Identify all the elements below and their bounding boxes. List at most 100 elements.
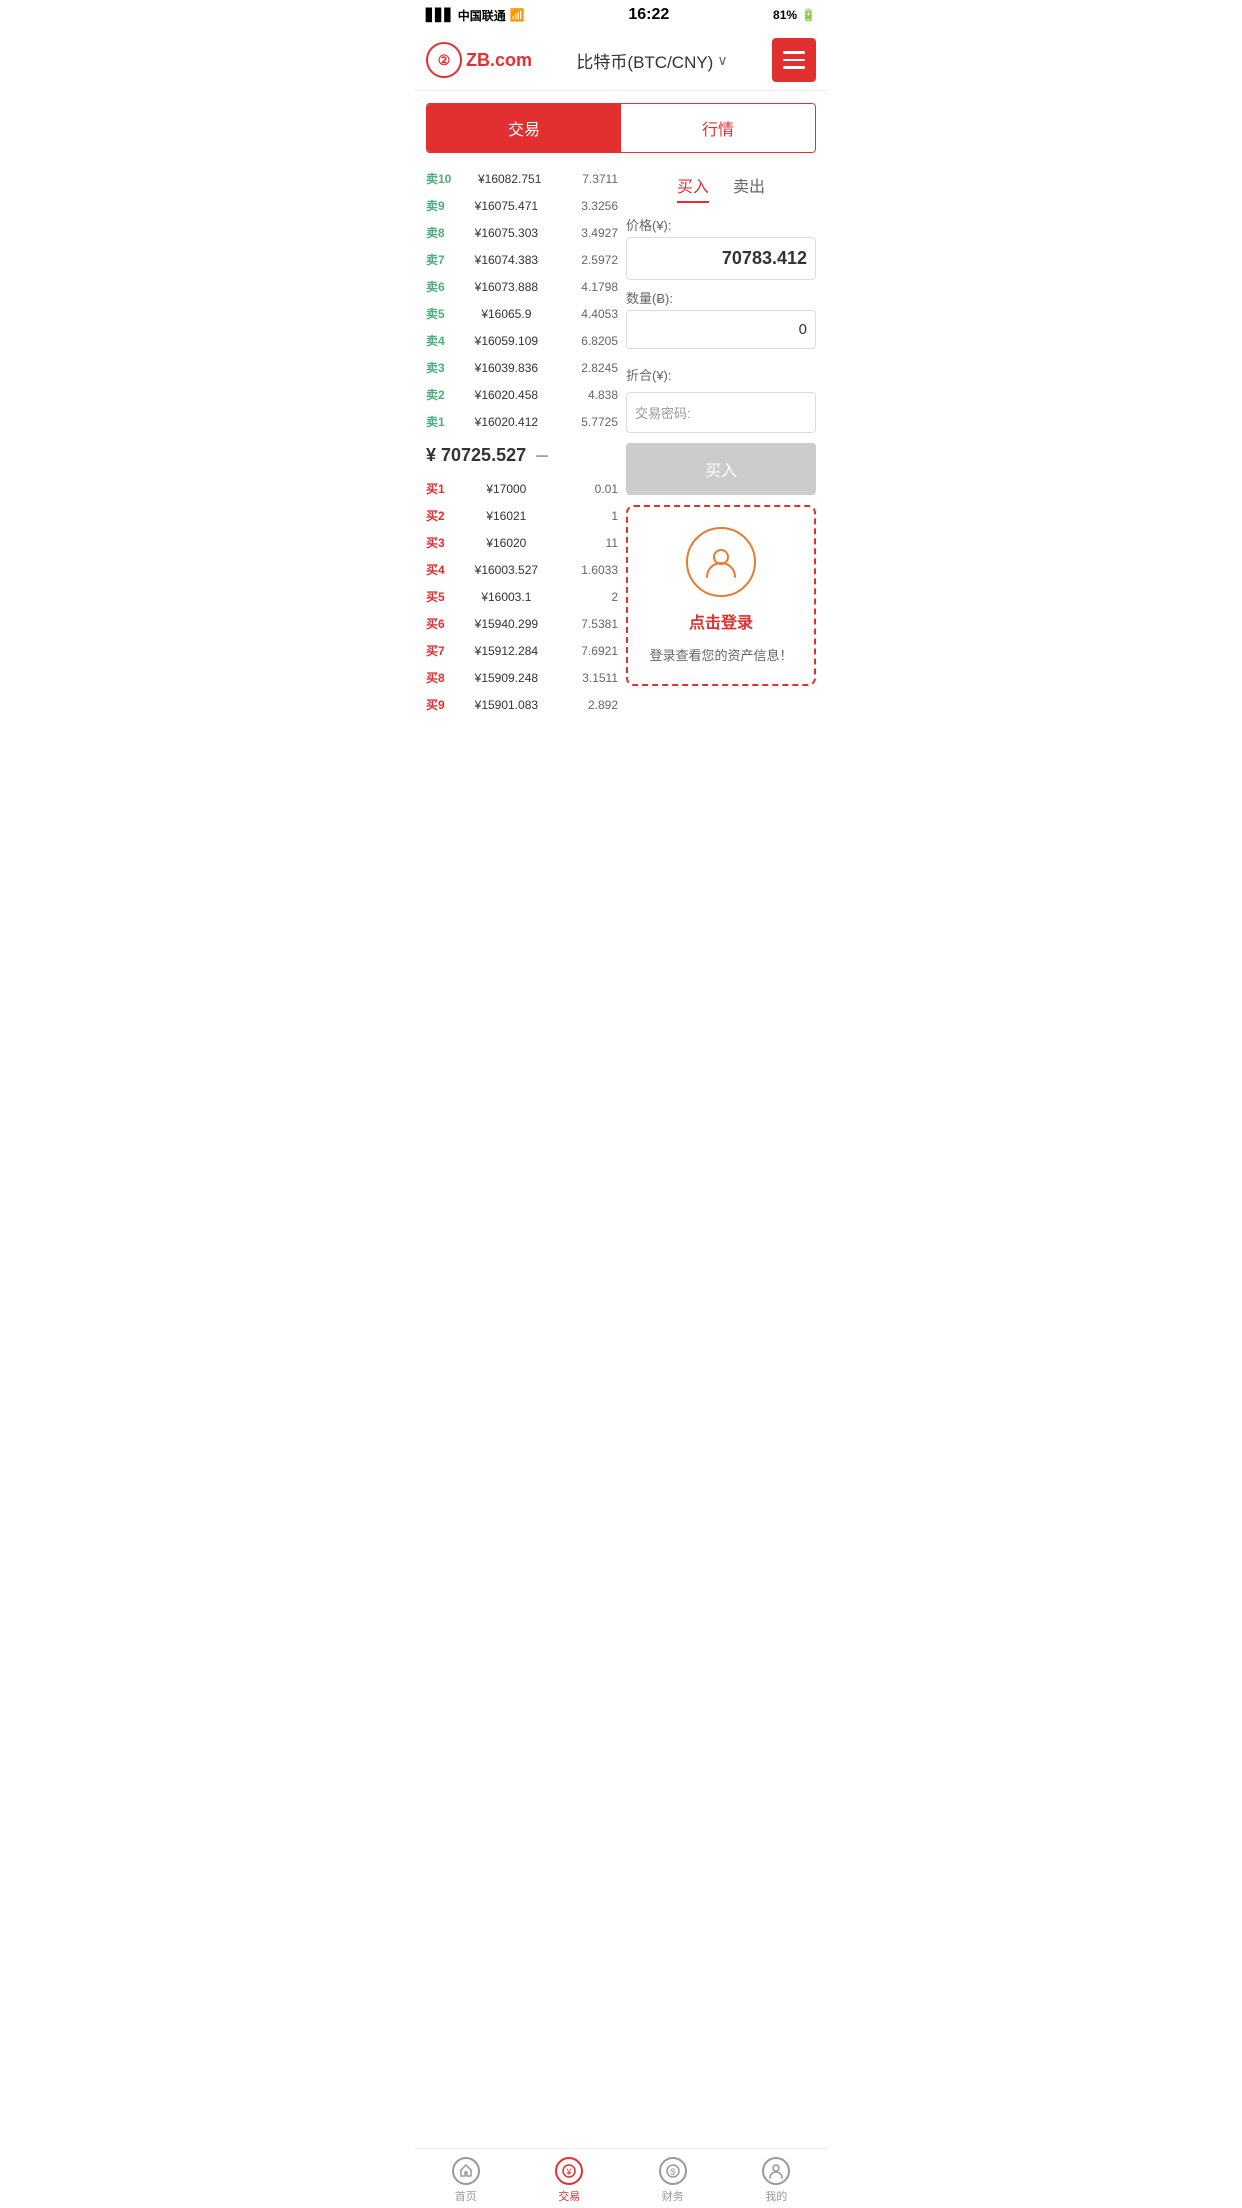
sell-order-row[interactable]: 卖5 ¥16065.9 4.4053	[422, 300, 622, 327]
battery-level: 81%	[773, 8, 797, 22]
sell-amount: 2.8245	[568, 361, 618, 375]
buy-label: 买6	[426, 615, 445, 632]
sell-price: ¥16075.303	[445, 226, 568, 240]
buy-label: 买9	[426, 696, 445, 713]
amount-field[interactable]	[626, 310, 816, 349]
nav-item-profile[interactable]: 我的	[725, 2157, 829, 2204]
buy-price: ¥16003.527	[445, 563, 568, 577]
buy-label: 买7	[426, 642, 445, 659]
buy-order-row[interactable]: 买2 ¥16021 1	[422, 502, 622, 529]
buy-button[interactable]: 买入	[626, 443, 816, 495]
buy-price: ¥16003.1	[445, 590, 568, 604]
sell-amount: 6.8205	[568, 334, 618, 348]
sell-order-row[interactable]: 卖10 ¥16082.751 7.3711	[422, 165, 622, 192]
sell-price: ¥16075.471	[445, 199, 568, 213]
tab-buy[interactable]: 买入	[677, 173, 709, 203]
sell-label: 卖7	[426, 251, 445, 268]
header-title[interactable]: 比特币(BTC/CNY) ∨	[576, 48, 727, 73]
buy-label: 买2	[426, 507, 445, 524]
buy-price: ¥15909.248	[445, 671, 568, 685]
sell-price: ¥16020.458	[445, 388, 568, 402]
buy-amount: 1.6033	[568, 563, 618, 577]
buy-price: ¥15940.299	[445, 617, 568, 631]
right-panel: 买入 卖出 价格(¥): 数量(Ƀ): 折合(¥):	[622, 165, 820, 718]
menu-button[interactable]	[772, 38, 816, 82]
battery-icon: 🔋	[801, 8, 816, 22]
sell-amount: 3.4927	[568, 226, 618, 240]
sell-amount: 7.3711	[568, 172, 618, 186]
nav-item-home[interactable]: 首页	[414, 2157, 518, 2204]
buy-amount: 1	[568, 509, 618, 523]
password-row[interactable]: 交易密码:	[626, 392, 816, 433]
buy-price: ¥17000	[445, 482, 568, 496]
price-field[interactable]	[626, 237, 816, 280]
buy-price: ¥15912.284	[445, 644, 568, 658]
tab-sell[interactable]: 卖出	[733, 173, 765, 203]
user-avatar-icon	[686, 527, 756, 597]
nav-item-trade[interactable]: ¥ 交易	[518, 2157, 622, 2204]
buy-amount: 0.01	[568, 482, 618, 496]
tab-market[interactable]: 行情	[621, 104, 815, 152]
buy-sell-tabs: 买入 卖出	[626, 165, 816, 215]
buy-price: ¥16020	[445, 536, 568, 550]
buy-order-row[interactable]: 买9 ¥15901.083 2.892	[422, 691, 622, 718]
tab-trade[interactable]: 交易	[427, 104, 621, 152]
main-content: 卖10 ¥16082.751 7.3711 卖9 ¥16075.471 3.32…	[414, 165, 828, 718]
buy-order-row[interactable]: 买8 ¥15909.248 3.1511	[422, 664, 622, 691]
chevron-down-icon: ∨	[717, 52, 727, 69]
status-right: 81% 🔋	[773, 8, 816, 22]
buy-amount: 11	[568, 536, 618, 550]
amount-input[interactable]	[635, 321, 807, 338]
market-pair-label: 比特币(BTC/CNY)	[576, 48, 713, 73]
sell-order-row[interactable]: 卖7 ¥16074.383 2.5972	[422, 246, 622, 273]
buy-order-row[interactable]: 买6 ¥15940.299 7.5381	[422, 610, 622, 637]
app-header: ② ZB.com 比特币(BTC/CNY) ∨	[414, 30, 828, 91]
nav-label-home: 首页	[455, 2188, 477, 2204]
login-prompt[interactable]: 点击登录 登录查看您的资产信息！	[626, 505, 816, 686]
buy-order-row[interactable]: 买7 ¥15912.284 7.6921	[422, 637, 622, 664]
sell-label: 卖9	[426, 197, 445, 214]
buy-label: 买1	[426, 480, 445, 497]
current-price: ¥ 70725.527	[426, 445, 526, 466]
sell-price: ¥16074.383	[445, 253, 568, 267]
menu-line-2	[783, 59, 805, 62]
sell-order-row[interactable]: 卖6 ¥16073.888 4.1798	[422, 273, 622, 300]
sell-order-row[interactable]: 卖8 ¥16075.303 3.4927	[422, 219, 622, 246]
buy-orders: 买1 ¥17000 0.01 买2 ¥16021 1 买3 ¥16020 11 …	[422, 475, 622, 718]
sell-amount: 4.1798	[568, 280, 618, 294]
price-input[interactable]	[635, 248, 807, 269]
sell-order-row[interactable]: 卖4 ¥16059.109 6.8205	[422, 327, 622, 354]
sell-label: 卖2	[426, 386, 445, 403]
sell-order-row[interactable]: 卖3 ¥16039.836 2.8245	[422, 354, 622, 381]
sell-orders: 卖10 ¥16082.751 7.3711 卖9 ¥16075.471 3.32…	[422, 165, 622, 435]
sell-order-row[interactable]: 卖9 ¥16075.471 3.3256	[422, 192, 622, 219]
buy-price: ¥15901.083	[445, 698, 568, 712]
logo-text: ZB.com	[466, 50, 532, 71]
nav-label-profile: 我的	[765, 2188, 787, 2204]
buy-order-row[interactable]: 买5 ¥16003.1 2	[422, 583, 622, 610]
buy-order-row[interactable]: 买4 ¥16003.527 1.6033	[422, 556, 622, 583]
nav-item-finance[interactable]: $ 财务	[621, 2157, 725, 2204]
svg-text:$: $	[670, 2167, 675, 2177]
price-input-group: 价格(¥):	[626, 215, 816, 280]
finance-icon: $	[659, 2157, 687, 2185]
sell-label: 卖3	[426, 359, 445, 376]
sell-amount: 2.5972	[568, 253, 618, 267]
buy-amount: 3.1511	[568, 671, 618, 685]
buy-order-row[interactable]: 买1 ¥17000 0.01	[422, 475, 622, 502]
buy-order-row[interactable]: 买3 ¥16020 11	[422, 529, 622, 556]
sell-order-row[interactable]: 卖1 ¥16020.412 5.7725	[422, 408, 622, 435]
main-tab-bar: 交易 行情	[426, 103, 816, 153]
price-label: 价格(¥):	[626, 215, 816, 234]
carrier-name: 中国联通	[458, 7, 506, 24]
menu-line-1	[783, 51, 805, 54]
menu-line-3	[783, 66, 805, 69]
sell-order-row[interactable]: 卖2 ¥16020.458 4.838	[422, 381, 622, 408]
buy-amount: 7.6921	[568, 644, 618, 658]
logo-area: ② ZB.com	[426, 42, 532, 78]
buy-price: ¥16021	[445, 509, 568, 523]
nav-label-trade: 交易	[558, 2188, 580, 2204]
login-button-text[interactable]: 点击登录	[689, 609, 753, 633]
signal-icon: ▋▋▋	[426, 8, 454, 22]
sell-price: ¥16039.836	[445, 361, 568, 375]
